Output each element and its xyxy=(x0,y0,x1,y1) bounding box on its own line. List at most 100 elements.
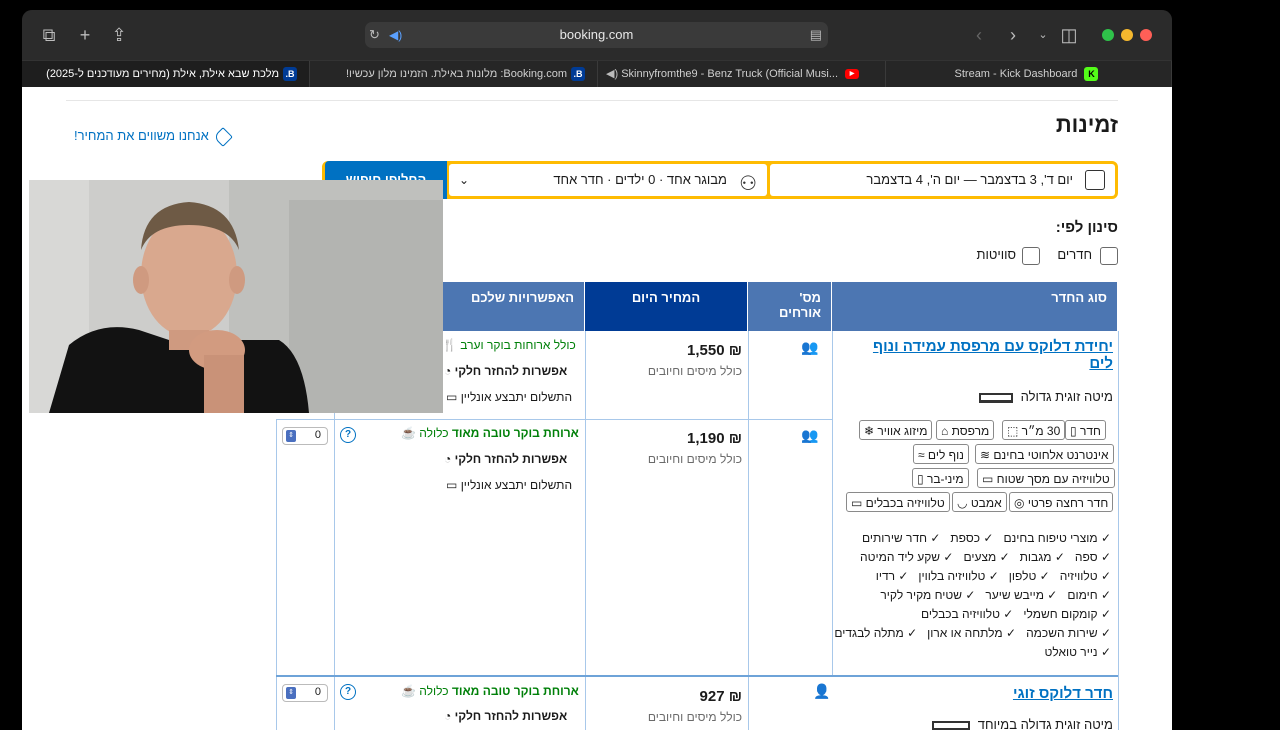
meal-text: כולל ארוחות בוקר וערב xyxy=(460,338,576,352)
room-name-link[interactable]: יחידת דלוקס עם מרפסת עמידה ונוף לים xyxy=(853,338,1113,372)
amenity: טלפון xyxy=(1008,569,1037,583)
tab-bar: B. מלכת שבא אילת, אילת (מחירים מעודכנים ל… xyxy=(22,60,1172,88)
new-tab-icon[interactable]: + xyxy=(74,24,96,46)
price-match-text: אנחנו משווים את המחיר! xyxy=(74,128,209,143)
offer-price: ₪ 1,190 xyxy=(687,430,742,447)
meal-rest: כלולה xyxy=(419,426,452,440)
chip-text: מרפסת xyxy=(951,424,990,438)
guests-picker[interactable]: ⚇ מבוגר אחד · 0 ילדים · חדר אחד ⌄ xyxy=(449,164,767,196)
webcam-overlay xyxy=(29,180,443,413)
select-arrows-icon: ⇕ xyxy=(286,687,296,699)
share-icon[interactable]: ⇪ xyxy=(108,24,130,46)
back-icon[interactable]: ‹ xyxy=(968,24,990,46)
browser-toolbar: ⧉ + ⇪ ↻ ◀) booking.com ▤ ‹ › ⌄ ◫ xyxy=(22,10,1172,60)
room-quantity-select[interactable]: ⇕ 0 xyxy=(282,684,328,702)
offer-refund: אפשרות להחזר חלקי ◔ xyxy=(444,709,567,723)
address-bar[interactable]: ↻ ◀) booking.com ▤ xyxy=(365,22,828,48)
info-icon[interactable]: ? xyxy=(340,684,356,700)
header-price-today: המחיר היום xyxy=(585,282,748,331)
sidebar-icon[interactable]: ◫ xyxy=(1058,24,1080,46)
chip-text: טלוויזיה עם מסך שטוח xyxy=(996,472,1110,486)
chip-size: 30 מ״ר ⬚ xyxy=(1002,420,1066,440)
tab-overview-icon[interactable]: ⧉ xyxy=(38,24,60,46)
bed-type: מיטה זוגית גדולה במיוחד xyxy=(932,717,1113,730)
forward-icon[interactable]: › xyxy=(1002,24,1024,46)
guests-text: מבוגר אחד · 0 ילדים · חדר אחד xyxy=(553,172,727,187)
tab-hotel[interactable]: B. מלכת שבא אילת, אילת (מחירים מעודכנים ל… xyxy=(22,61,310,88)
double-bed-icon xyxy=(978,392,1013,403)
filter-label: סינון לפי: xyxy=(1055,219,1118,236)
amenity-line: ✓ נייר טואלט xyxy=(1044,645,1111,659)
grid-line xyxy=(585,331,586,730)
tab-youtube[interactable]: ◀) Skinnyfromthe9 - Benz Truck (Official… xyxy=(598,61,886,88)
booking-favicon-icon: B. xyxy=(571,67,585,82)
minimize-window-button[interactable] xyxy=(1121,29,1133,41)
tab-kick[interactable]: Stream - Kick Dashboard K xyxy=(886,61,1172,88)
refund-text: אפשרות להחזר חלקי xyxy=(454,709,568,723)
chip-text: 30 מ״ר xyxy=(1021,424,1061,438)
chip-text: חדר רחצה פרטי xyxy=(1027,496,1109,510)
refund-icon: ◔ xyxy=(444,452,452,466)
amenity: טלוויזיה xyxy=(1059,569,1098,583)
booking-favicon-icon: B. xyxy=(283,67,297,82)
chip-text: נוף לים xyxy=(927,448,964,462)
amenity: ספה xyxy=(1074,550,1098,564)
reader-icon[interactable]: ▤ xyxy=(810,22,822,48)
amenity: כספת xyxy=(950,531,981,545)
amenity: שטיח מקיר לקיר xyxy=(880,588,962,602)
offer-price: ₪ 1,550 xyxy=(687,342,742,359)
filter-rooms-label: חדרים xyxy=(1057,247,1092,262)
offer-meal: ארוחת בוקר טובה מאוד כלולה ☕ xyxy=(401,426,579,440)
room-name-link[interactable]: חדר דלוקס זוגי xyxy=(1013,685,1113,702)
audio-playing-icon[interactable]: ◀) xyxy=(389,22,402,48)
card-icon: ▭ xyxy=(446,478,458,492)
tab-booking-eilat[interactable]: B. Booking.com: מלונות באילת. הזמינו מלון… xyxy=(310,61,598,88)
chip-minibar: מיני-בר ▯ xyxy=(912,468,969,488)
bed-type: מיטה זוגית גדולה xyxy=(978,389,1113,404)
amenity-line: ✓ ספה ✓ מגבות ✓ מצעים ✓ שקע ליד המיטה xyxy=(860,550,1111,564)
amenity-line: ✓ מוצרי טיפוח בחינם ✓ כספת ✓ חדר שירותים xyxy=(861,531,1111,545)
info-icon[interactable]: ? xyxy=(340,427,356,443)
select-value: 0 xyxy=(314,686,321,698)
amenity: חימום xyxy=(1067,588,1098,602)
amenity: מייבש שיער xyxy=(985,588,1044,602)
reload-icon[interactable]: ↻ xyxy=(369,22,380,48)
chip-text: מיני-בר xyxy=(926,472,964,486)
bed-type-text: מיטה זוגית גדולה xyxy=(1020,389,1113,404)
audio-icon: ◀) xyxy=(606,68,619,80)
url-text: booking.com xyxy=(559,27,634,42)
date-picker[interactable]: יום ד', 3 בדצמבר — יום ה', 4 בדצמבר xyxy=(770,164,1115,196)
page-title: זמינות xyxy=(1055,112,1118,137)
grid-line xyxy=(276,419,277,730)
amenity-line: ✓ טלוויזיה ✓ טלפון ✓ טלוויזיה בלווין ✓ ר… xyxy=(875,569,1111,583)
filter-suites-checkbox[interactable] xyxy=(1022,247,1040,265)
offer-price: ₪ 927 xyxy=(699,688,742,705)
chevron-down-icon[interactable]: ⌄ xyxy=(1032,24,1054,46)
room-quantity-select[interactable]: ⇕ 0 xyxy=(282,427,328,445)
header-room-type: סוג החדר xyxy=(832,282,1118,331)
filter-rooms-checkbox[interactable] xyxy=(1100,247,1118,265)
tab-title: Stream - Kick Dashboard xyxy=(954,68,1078,80)
zoom-window-button[interactable] xyxy=(1102,29,1114,41)
chip-wifi: אינטרנט אלחוטי בחינם ≋ xyxy=(975,444,1114,464)
offer-refund: אפשרות להחזר חלקי ◔ xyxy=(444,452,567,466)
amenity: קומקום חשמלי xyxy=(1023,607,1098,621)
date-range-text: יום ד', 3 בדצמבר — יום ה', 4 בדצמבר xyxy=(866,172,1073,187)
kick-favicon-icon: K xyxy=(1084,67,1099,82)
refund-text: אפשרות להחזר חלקי xyxy=(454,364,568,378)
chevron-down-icon: ⌄ xyxy=(459,173,470,187)
meal-strong: ארוחת בוקר טובה מאוד xyxy=(451,426,579,440)
chip-ac: מיזוג אוויר ❄ xyxy=(859,420,933,440)
calendar-icon xyxy=(1085,170,1105,190)
fork-knife-icon: 🍴 xyxy=(442,338,457,352)
price-match-link[interactable]: אנחנו משווים את המחיר! xyxy=(74,126,234,147)
person-icon: ⚇ xyxy=(739,173,757,195)
amenity: שירות השכמה xyxy=(1026,626,1098,640)
amenity-line: ✓ חימום ✓ מייבש שיער ✓ שטיח מקיר לקיר xyxy=(880,588,1111,602)
chip-cable-tv: טלוויזיה בכבלים ▭ xyxy=(846,492,950,512)
one-guest-icon: 👤 xyxy=(813,683,831,699)
chip-sea-view: נוף לים ≈ xyxy=(913,444,969,464)
offer-taxes: כולל מיסים וחיובים xyxy=(647,452,742,466)
close-window-button[interactable] xyxy=(1140,29,1152,41)
amenity: נייר טואלט xyxy=(1044,645,1098,659)
